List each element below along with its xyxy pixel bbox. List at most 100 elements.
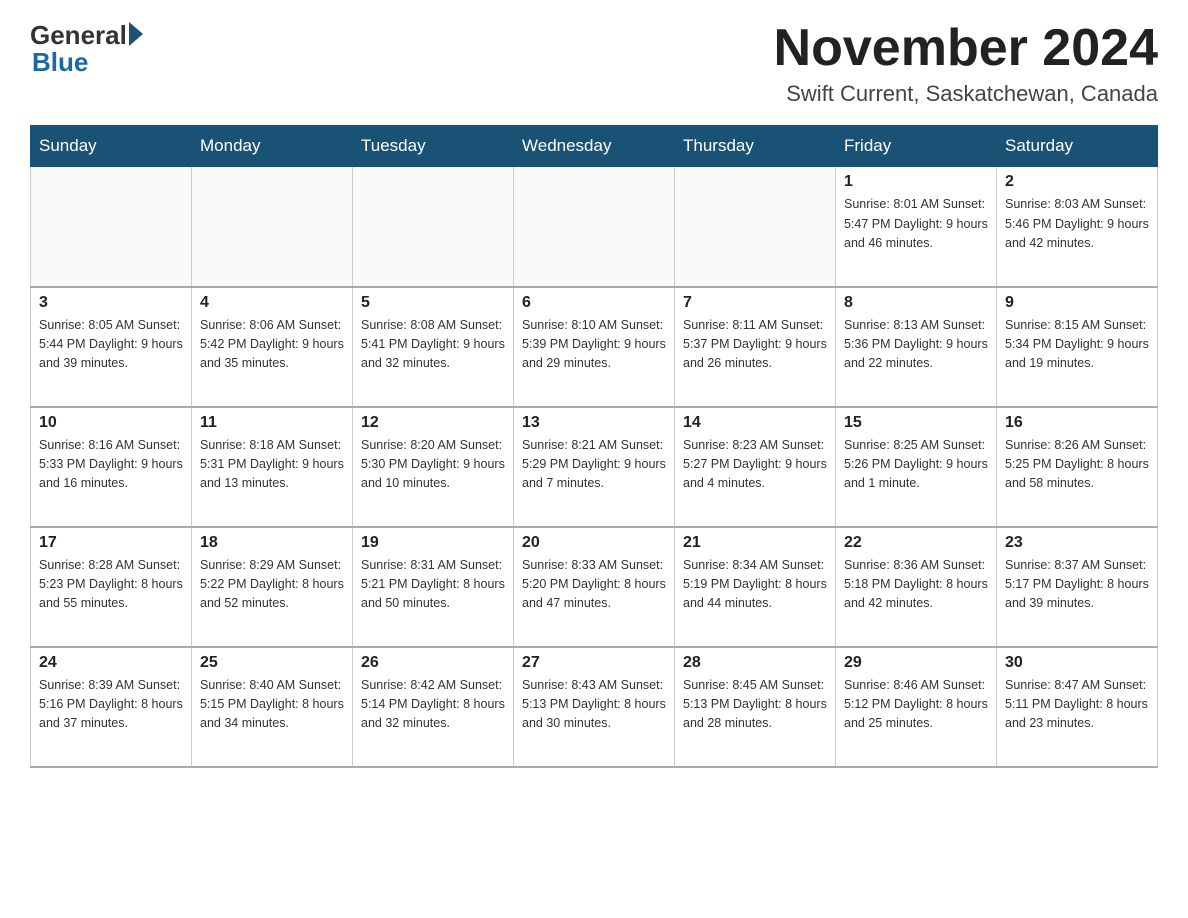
day-info: Sunrise: 8:31 AM Sunset: 5:21 PM Dayligh… [361,556,505,614]
month-year-title: November 2024 [774,20,1158,77]
calendar-cell: 27 Sunrise: 8:43 AM Sunset: 5:13 PM Dayli… [514,647,675,767]
day-info: Sunrise: 8:26 AM Sunset: 5:25 PM Dayligh… [1005,436,1149,494]
day-number: 11 [200,414,344,432]
day-number: 20 [522,534,666,552]
col-monday: Monday [192,126,353,167]
col-sunday: Sunday [31,126,192,167]
calendar-cell [514,167,675,287]
calendar-cell: 16 Sunrise: 8:26 AM Sunset: 5:25 PM Dayli… [997,407,1158,527]
day-info: Sunrise: 8:11 AM Sunset: 5:37 PM Dayligh… [683,316,827,374]
calendar-cell: 14Sunrise: 8:23 AM Sunset: 5:27 PM Dayli… [675,407,836,527]
calendar-cell: 30 Sunrise: 8:47 AM Sunset: 5:11 PM Dayli… [997,647,1158,767]
calendar-cell: 21 Sunrise: 8:34 AM Sunset: 5:19 PM Dayli… [675,527,836,647]
col-friday: Friday [836,126,997,167]
calendar-cell: 3 Sunrise: 8:05 AM Sunset: 5:44 PM Daylig… [31,287,192,407]
day-info: Sunrise: 8:13 AM Sunset: 5:36 PM Dayligh… [844,316,988,374]
day-info: Sunrise: 8:29 AM Sunset: 5:22 PM Dayligh… [200,556,344,614]
location-subtitle: Swift Current, Saskatchewan, Canada [774,81,1158,107]
calendar-cell [353,167,514,287]
day-number: 17 [39,534,183,552]
day-number: 7 [683,294,827,312]
day-info: Sunrise: 8:45 AM Sunset: 5:13 PM Dayligh… [683,676,827,734]
day-info: Sunrise: 8:40 AM Sunset: 5:15 PM Dayligh… [200,676,344,734]
calendar-cell: 28 Sunrise: 8:45 AM Sunset: 5:13 PM Dayli… [675,647,836,767]
day-number: 29 [844,654,988,672]
calendar-cell: 12 Sunrise: 8:20 AM Sunset: 5:30 PM Dayli… [353,407,514,527]
day-number: 18 [200,534,344,552]
day-info: Sunrise: 8:37 AM Sunset: 5:17 PM Dayligh… [1005,556,1149,614]
day-number: 24 [39,654,183,672]
day-number: 10 [39,414,183,432]
day-info: Sunrise: 8:46 AM Sunset: 5:12 PM Dayligh… [844,676,988,734]
calendar-cell: 19 Sunrise: 8:31 AM Sunset: 5:21 PM Dayli… [353,527,514,647]
calendar-header-row: Sunday Monday Tuesday Wednesday Thursday… [31,126,1158,167]
calendar-cell: 9Sunrise: 8:15 AM Sunset: 5:34 PM Daylig… [997,287,1158,407]
calendar-cell: 17 Sunrise: 8:28 AM Sunset: 5:23 PM Dayli… [31,527,192,647]
day-number: 3 [39,294,183,312]
calendar-week-row: 10 Sunrise: 8:16 AM Sunset: 5:33 PM Dayli… [31,407,1158,527]
day-number: 8 [844,294,988,312]
day-info: Sunrise: 8:28 AM Sunset: 5:23 PM Dayligh… [39,556,183,614]
day-number: 28 [683,654,827,672]
calendar-cell: 26 Sunrise: 8:42 AM Sunset: 5:14 PM Dayli… [353,647,514,767]
calendar-cell: 7 Sunrise: 8:11 AM Sunset: 5:37 PM Daylig… [675,287,836,407]
day-number: 21 [683,534,827,552]
col-wednesday: Wednesday [514,126,675,167]
logo: General Blue [30,20,143,78]
day-number: 30 [1005,654,1149,672]
day-number: 12 [361,414,505,432]
day-info: Sunrise: 8:20 AM Sunset: 5:30 PM Dayligh… [361,436,505,494]
calendar-table: Sunday Monday Tuesday Wednesday Thursday… [30,125,1158,768]
day-number: 19 [361,534,505,552]
calendar-cell: 20 Sunrise: 8:33 AM Sunset: 5:20 PM Dayli… [514,527,675,647]
logo-text-general: General [30,20,127,50]
col-saturday: Saturday [997,126,1158,167]
day-number: 26 [361,654,505,672]
calendar-cell: 24Sunrise: 8:39 AM Sunset: 5:16 PM Dayli… [31,647,192,767]
calendar-cell: 5 Sunrise: 8:08 AM Sunset: 5:41 PM Daylig… [353,287,514,407]
calendar-cell: 6Sunrise: 8:10 AM Sunset: 5:39 PM Daylig… [514,287,675,407]
calendar-cell: 1 Sunrise: 8:01 AM Sunset: 5:47 PM Daylig… [836,167,997,287]
calendar-cell: 2Sunrise: 8:03 AM Sunset: 5:46 PM Daylig… [997,167,1158,287]
calendar-week-row: 1 Sunrise: 8:01 AM Sunset: 5:47 PM Daylig… [31,167,1158,287]
col-tuesday: Tuesday [353,126,514,167]
day-info: Sunrise: 8:05 AM Sunset: 5:44 PM Dayligh… [39,316,183,374]
calendar-cell: 23Sunrise: 8:37 AM Sunset: 5:17 PM Dayli… [997,527,1158,647]
day-info: Sunrise: 8:06 AM Sunset: 5:42 PM Dayligh… [200,316,344,374]
day-number: 4 [200,294,344,312]
day-info: Sunrise: 8:42 AM Sunset: 5:14 PM Dayligh… [361,676,505,734]
day-number: 25 [200,654,344,672]
title-block: November 2024 Swift Current, Saskatchewa… [774,20,1158,107]
day-number: 9 [1005,294,1149,312]
day-number: 5 [361,294,505,312]
day-info: Sunrise: 8:25 AM Sunset: 5:26 PM Dayligh… [844,436,988,494]
page-header: General Blue November 2024 Swift Current… [30,20,1158,107]
day-number: 13 [522,414,666,432]
day-info: Sunrise: 8:34 AM Sunset: 5:19 PM Dayligh… [683,556,827,614]
calendar-week-row: 3 Sunrise: 8:05 AM Sunset: 5:44 PM Daylig… [31,287,1158,407]
calendar-cell [31,167,192,287]
calendar-cell: 10 Sunrise: 8:16 AM Sunset: 5:33 PM Dayli… [31,407,192,527]
calendar-cell: 25 Sunrise: 8:40 AM Sunset: 5:15 PM Dayli… [192,647,353,767]
day-number: 1 [844,173,988,191]
calendar-cell: 15 Sunrise: 8:25 AM Sunset: 5:26 PM Dayli… [836,407,997,527]
calendar-cell: 8 Sunrise: 8:13 AM Sunset: 5:36 PM Daylig… [836,287,997,407]
day-info: Sunrise: 8:33 AM Sunset: 5:20 PM Dayligh… [522,556,666,614]
day-info: Sunrise: 8:43 AM Sunset: 5:13 PM Dayligh… [522,676,666,734]
day-info: Sunrise: 8:16 AM Sunset: 5:33 PM Dayligh… [39,436,183,494]
day-info: Sunrise: 8:01 AM Sunset: 5:47 PM Dayligh… [844,195,988,253]
day-number: 16 [1005,414,1149,432]
day-info: Sunrise: 8:08 AM Sunset: 5:41 PM Dayligh… [361,316,505,374]
logo-text-blue: Blue [32,47,143,78]
day-info: Sunrise: 8:36 AM Sunset: 5:18 PM Dayligh… [844,556,988,614]
calendar-cell: 22Sunrise: 8:36 AM Sunset: 5:18 PM Dayli… [836,527,997,647]
day-number: 27 [522,654,666,672]
day-info: Sunrise: 8:47 AM Sunset: 5:11 PM Dayligh… [1005,676,1149,734]
day-number: 14 [683,414,827,432]
col-thursday: Thursday [675,126,836,167]
calendar-cell: 11 Sunrise: 8:18 AM Sunset: 5:31 PM Dayli… [192,407,353,527]
calendar-cell [675,167,836,287]
day-info: Sunrise: 8:10 AM Sunset: 5:39 PM Dayligh… [522,316,666,374]
day-number: 15 [844,414,988,432]
day-info: Sunrise: 8:18 AM Sunset: 5:31 PM Dayligh… [200,436,344,494]
